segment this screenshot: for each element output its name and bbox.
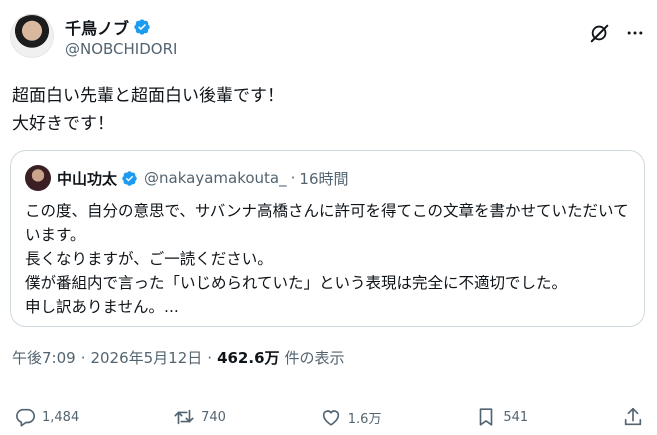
header-actions [589,22,645,44]
quoted-verified-badge-icon [121,170,138,187]
post-time[interactable]: 午後7:09 [12,347,76,368]
like-icon [320,406,342,428]
quoted-timestamp[interactable]: 16時間 [299,168,348,189]
reply-button[interactable]: 1,484 [14,406,79,428]
bookmark-icon [475,406,497,428]
post-card: 千鳥ノブ @NOBCHIDORI 超面白い先輩と超面白い後輩です！ 大好きです！… [0,0,657,435]
author-name-row: 千鳥ノブ [65,16,177,38]
quoted-post-header: 中山功太 @nakayamakouta_ · 16時間 [25,164,349,192]
post-date[interactable]: 2026年5月12日 [90,347,202,368]
quoted-separator: · [290,169,296,187]
post-text: 超面白い先輩と超面白い後輩です！ 大好きです！ [12,86,284,134]
grok-icon[interactable] [589,22,611,44]
like-count: 1.6万 [347,411,382,427]
quoted-post[interactable]: 中山功太 @nakayamakouta_ · 16時間 この度、自分の意思で、サ… [10,150,645,327]
post-meta: 午後7:09 · 2026年5月12日 · 462.6万 件の表示 [12,347,345,368]
view-count-label: 件の表示 [284,349,345,367]
author-handle[interactable]: @NOBCHIDORI [65,40,177,58]
author-names: 千鳥ノブ @NOBCHIDORI [65,16,177,58]
share-button[interactable] [622,406,644,428]
view-count: 462.6万 [217,349,280,367]
quoted-author-handle: @nakayamakouta_ [144,169,287,187]
quoted-author-avatar [25,165,51,191]
bookmark-count: 541 [503,409,529,425]
quoted-post-text: この度、自分の意思で、サバンナ高橋さんに許可を得てこの文章を書かせていただいてい… [25,202,629,316]
meta-separator: · [80,348,86,367]
meta-separator: · [207,348,213,367]
repost-button[interactable]: 740 [173,406,226,428]
reply-count: 1,484 [42,409,80,425]
post-header: 千鳥ノブ @NOBCHIDORI [10,14,645,64]
action-bar: 1,484 740 1.6万 541 [14,400,644,434]
repost-icon [173,406,195,428]
reply-icon [14,406,36,428]
verified-badge-icon[interactable] [133,18,151,36]
author-display-name[interactable]: 千鳥ノブ [65,15,129,39]
repost-count: 740 [201,409,226,425]
more-icon[interactable] [625,23,645,43]
like-button[interactable]: 1.6万 [320,406,382,428]
author-avatar[interactable] [10,14,54,58]
bookmark-button[interactable]: 541 [475,406,528,428]
quoted-author-display-name: 中山功太 [57,169,118,188]
share-icon [622,406,644,428]
